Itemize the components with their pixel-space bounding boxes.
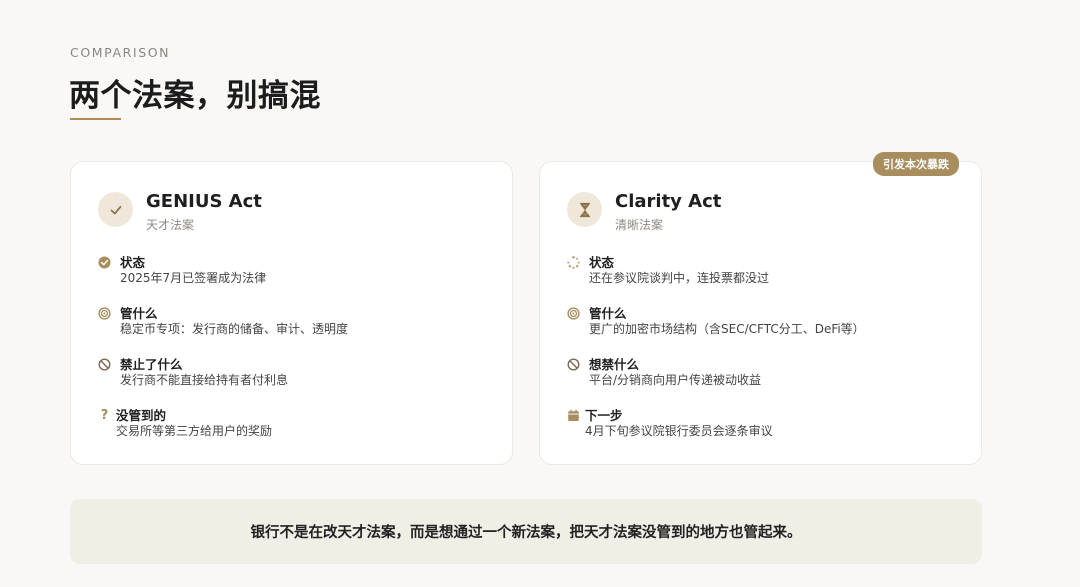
spinner-icon <box>567 256 580 269</box>
ban-icon <box>98 358 111 371</box>
item-text: 2025年7月已签署成为法律 <box>120 271 267 285</box>
item-text: 平台/分销商向用户传递被动收益 <box>589 373 762 387</box>
clarity-act-card: 引发本次暴跌 Clarity Act 清晰法案 状态 还在参议院谈判中，连投票都… <box>539 152 982 465</box>
hourglass-icon <box>567 192 602 227</box>
card-subtitle: 清晰法案 <box>615 218 664 232</box>
target-icon <box>567 307 580 320</box>
summary-banner: 银行不是在改天才法案，而是想通过一个新法案，把天才法案没管到的地方也管起来。 <box>70 499 982 564</box>
check-icon <box>98 192 133 227</box>
page: COMPARISON 两个法案，别搞混 GENIUS Act 天才法案 状态 2… <box>0 0 1080 587</box>
ban-icon <box>567 358 580 371</box>
item-text: 还在参议院谈判中，连投票都没过 <box>589 271 770 285</box>
card-title: GENIUS Act <box>146 191 262 212</box>
target-icon <box>98 307 111 320</box>
item-text: 发行商不能直接给持有者付利息 <box>120 373 289 387</box>
item-text: 交易所等第三方给用户的奖励 <box>116 424 273 438</box>
item-text: 4月下旬参议院银行委员会逐条审议 <box>585 424 773 438</box>
card-subtitle: 天才法案 <box>146 218 195 232</box>
status-badge: 引发本次暴跌 <box>873 152 959 176</box>
check-circle-icon <box>98 256 111 269</box>
title-underline <box>70 118 121 120</box>
page-title: 两个法案，别搞混 <box>69 78 321 114</box>
genius-act-card: GENIUS Act 天才法案 状态 2025年7月已签署成为法律 管什么 稳定… <box>70 161 513 465</box>
question-icon: ? <box>100 408 109 423</box>
card-title: Clarity Act <box>615 191 722 212</box>
eyebrow-label: COMPARISON <box>70 45 171 60</box>
calendar-icon <box>567 409 580 422</box>
item-text: 稳定币专项：发行商的储备、审计、透明度 <box>120 322 349 336</box>
summary-text: 银行不是在改天才法案，而是想通过一个新法案，把天才法案没管到的地方也管起来。 <box>250 525 802 541</box>
item-text: 更广的加密市场结构（含SEC/CFTC分工、DeFi等） <box>589 322 865 336</box>
